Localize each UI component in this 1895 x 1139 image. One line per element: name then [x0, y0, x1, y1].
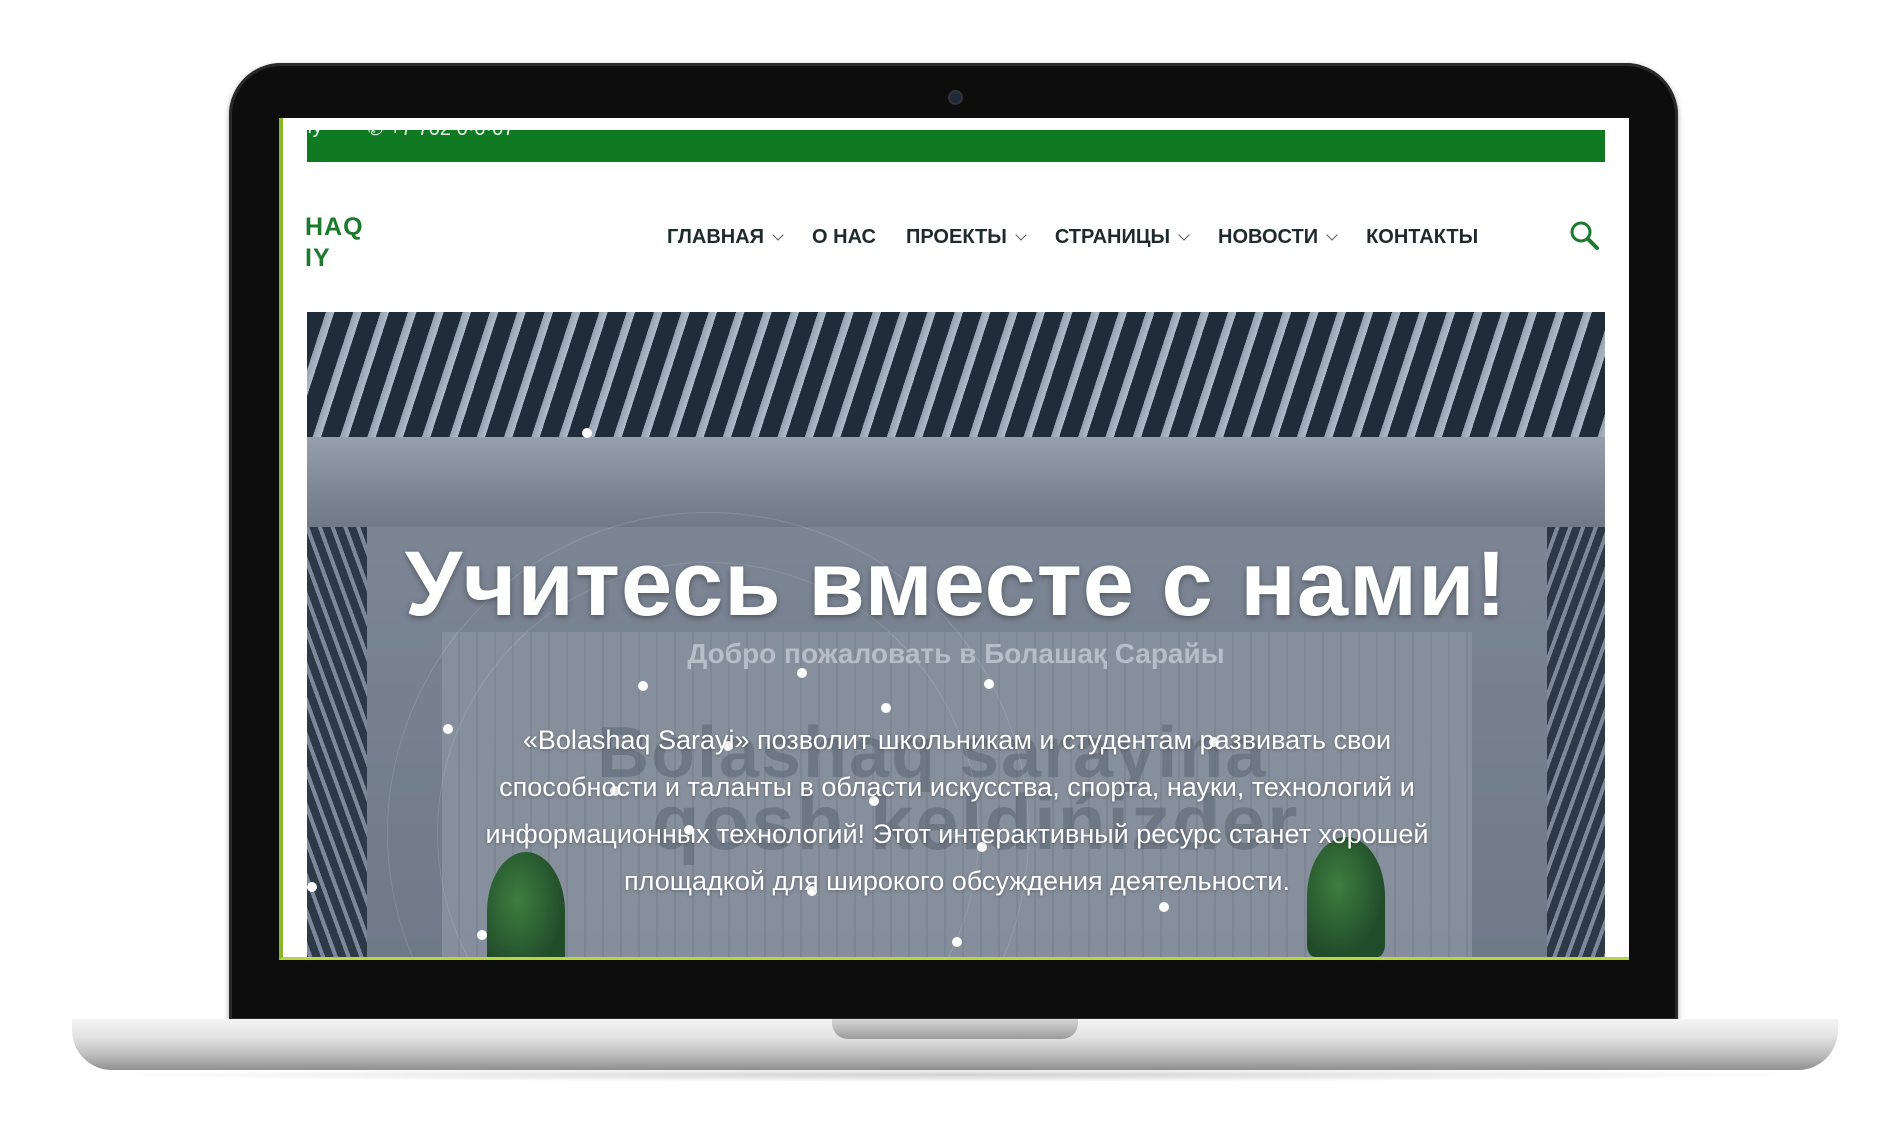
nav-item-label: О НАС — [812, 225, 876, 248]
logo-line-2: IY — [305, 244, 331, 272]
logo-line-1: HAQ — [305, 213, 364, 241]
hero-description: «Bolashaq Sarayi» позволит школьникам и … — [485, 725, 1429, 896]
search-icon[interactable] — [1568, 219, 1600, 251]
laptop-shadow — [100, 1068, 1810, 1082]
nav-item-pages[interactable]: СТРАНИЦЫ — [1054, 225, 1190, 249]
nav-item-label: ПРОЕКТЫ — [905, 225, 1007, 248]
nav-item-news[interactable]: НОВОСТИ — [1218, 225, 1338, 249]
hero-subtitle: Добро пожаловать в Болашақ Сарайы — [687, 638, 1225, 669]
chevron-down-icon — [1178, 228, 1190, 241]
chevron-down-icon — [772, 228, 784, 241]
topbar-phone[interactable]: ✆ +7 702 0·0·07 — [367, 130, 514, 141]
chevron-down-icon — [1326, 228, 1338, 241]
hero-title: Учитесь вместе с нами! — [404, 533, 1508, 635]
camera-icon — [950, 92, 961, 103]
particle-dot — [881, 703, 891, 713]
main-nav: ГЛАВНАЯ О НАС ПРОЕКТЫ СТРАНИЦЫ НОВОСТИ К… — [667, 219, 1508, 255]
nav-item-projects[interactable]: ПРОЕКТЫ — [905, 225, 1027, 249]
laptop-notch — [832, 1019, 1078, 1039]
particle-dot — [477, 930, 487, 940]
top-info-bar: ıy ✆ +7 702 0·0·07 — [307, 118, 1605, 162]
particle-dot — [952, 937, 962, 947]
particle-dot — [582, 428, 592, 438]
chevron-down-icon — [1015, 228, 1027, 241]
nav-item-home[interactable]: ГЛАВНАЯ — [667, 225, 784, 249]
topbar-left-text: ıy — [307, 118, 323, 138]
nav-item-label: СТРАНИЦЫ — [1054, 225, 1171, 248]
nav-item-label: НОВОСТИ — [1218, 225, 1319, 248]
site-logo[interactable]: HAQ IY — [305, 212, 364, 274]
particle-dot — [443, 724, 453, 734]
nav-item-about[interactable]: О НАС — [812, 226, 876, 249]
particle-dot — [307, 882, 317, 892]
nav-item-label: КОНТАКТЫ — [1366, 225, 1479, 248]
nav-item-label: ГЛАВНАЯ — [667, 225, 765, 248]
particle-dot — [984, 679, 994, 689]
nav-item-contacts[interactable]: КОНТАКТЫ — [1366, 226, 1478, 249]
particle-dot — [638, 681, 648, 691]
website-screen: ıy ✆ +7 702 0·0·07 HAQ IY ГЛАВНАЯ О НАС … — [279, 118, 1629, 960]
hero-banner: Bolashaq sarayina qosh keldińizder Учите… — [307, 312, 1605, 957]
